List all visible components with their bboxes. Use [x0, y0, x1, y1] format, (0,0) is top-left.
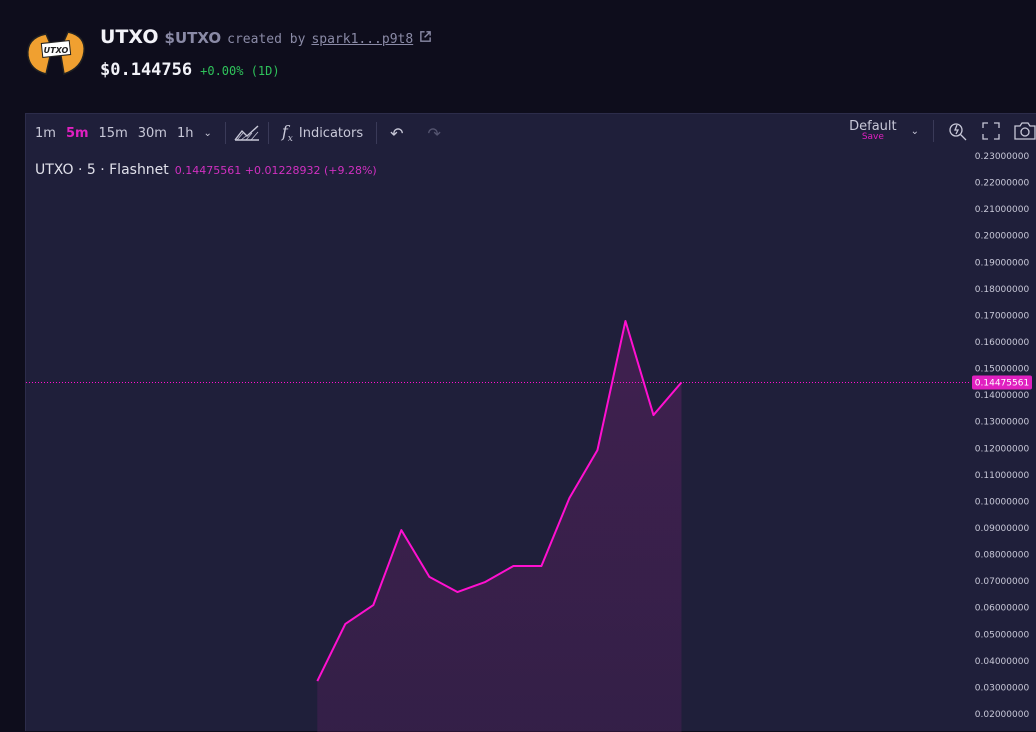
interval-1h[interactable]: 1h — [172, 126, 199, 141]
divider — [267, 122, 269, 144]
y-axis-tick-label: 0.20000000 — [975, 232, 1030, 242]
y-axis-tick-label: 0.14000000 — [975, 391, 1030, 401]
y-axis-tick-label: 0.09000000 — [975, 524, 1030, 534]
y-axis-tick-label: 0.19000000 — [975, 258, 1030, 268]
chart-type-icon[interactable] — [234, 124, 260, 142]
toolbar-right: Default Save ⌄ — [849, 120, 1036, 142]
price-row: $0.144756 +0.00% (1D) — [100, 60, 280, 80]
y-axis-tick-label: 0.13000000 — [975, 418, 1030, 428]
y-axis-tick-label: 0.15000000 — [975, 365, 1030, 375]
indicators-button[interactable]: fx Indicators — [277, 122, 368, 144]
interval-15m[interactable]: 15m — [94, 126, 133, 141]
last-price-label: 0.14475561 — [975, 378, 1029, 388]
redo-icon[interactable]: ↷ — [423, 124, 446, 143]
chevron-down-icon[interactable]: ⌄ — [198, 128, 216, 139]
y-axis-tick-label: 0.22000000 — [975, 179, 1030, 189]
save-label[interactable]: Save — [849, 133, 897, 142]
creator-link[interactable]: spark1...p9t8 — [311, 32, 413, 47]
y-axis-tick-label: 0.18000000 — [975, 285, 1030, 295]
legend-title: UTXO · 5 · Flashnet — [35, 162, 169, 178]
chart-plot[interactable]: 0.23000000 0.22000000 0.21000000 0.20000000… — [26, 114, 1036, 732]
token-name: UTXO — [100, 26, 159, 48]
camera-icon[interactable] — [1014, 122, 1036, 140]
divider — [376, 122, 378, 144]
y-axis-tick-label: 0.06000000 — [975, 604, 1030, 614]
y-axis-tick-label: 0.03000000 — [975, 683, 1030, 693]
interval-30m[interactable]: 30m — [133, 126, 172, 141]
y-axis-tick-label: 0.08000000 — [975, 551, 1030, 561]
y-axis-tick-label: 0.21000000 — [975, 205, 1030, 215]
layout-button[interactable]: Default Save — [849, 120, 897, 142]
undo-icon[interactable]: ↶ — [385, 124, 408, 143]
y-axis-tick-label: 0.11000000 — [975, 471, 1030, 481]
y-axis-tick-label: 0.12000000 — [975, 444, 1030, 454]
quick-search-icon[interactable] — [948, 121, 968, 141]
interval-5m[interactable]: 5m — [61, 126, 94, 141]
external-link-icon[interactable] — [419, 30, 432, 43]
y-axis-tick-label: 0.05000000 — [975, 630, 1030, 640]
y-axis-tick-label: 0.02000000 — [975, 710, 1030, 720]
chart-legend: UTXO · 5 · Flashnet 0.14475561 +0.0122893… — [35, 162, 377, 178]
token-header: UTXO $UTXO created by spark1...p9t8 — [100, 26, 432, 48]
created-by-label: created by — [227, 32, 306, 47]
fullscreen-icon[interactable] — [982, 122, 1000, 140]
y-axis-tick-label: 0.16000000 — [975, 338, 1030, 348]
chart-toolbar: 1m 5m 15m 30m 1h ⌄ fx Indicators ↶ ↷ Def… — [26, 114, 1036, 152]
price-chart[interactable]: 0.23000000 0.22000000 0.21000000 0.20000000… — [25, 113, 1036, 732]
function-icon: fx — [281, 121, 293, 145]
y-axis-tick-label: 0.04000000 — [975, 657, 1030, 667]
token-symbol: $UTXO — [164, 29, 222, 47]
svg-text:UTXO: UTXO — [44, 46, 69, 55]
indicators-label: Indicators — [298, 125, 364, 141]
y-axis-tick-label: 0.07000000 — [975, 577, 1030, 587]
divider — [224, 122, 226, 144]
interval-1m[interactable]: 1m — [30, 126, 61, 141]
price-change: +0.00% (1D) — [200, 64, 280, 78]
token-logo: UTXO — [27, 31, 85, 75]
y-axis-tick-label: 0.17000000 — [975, 311, 1030, 321]
token-price: $0.144756 — [100, 60, 193, 80]
y-axis-tick-label: 0.23000000 — [975, 152, 1030, 162]
legend-values: 0.14475561 +0.01228932 (+9.28%) — [174, 164, 377, 177]
divider — [933, 120, 934, 142]
chevron-down-icon[interactable]: ⌄ — [911, 126, 919, 137]
y-axis-tick-label: 0.10000000 — [975, 497, 1030, 507]
